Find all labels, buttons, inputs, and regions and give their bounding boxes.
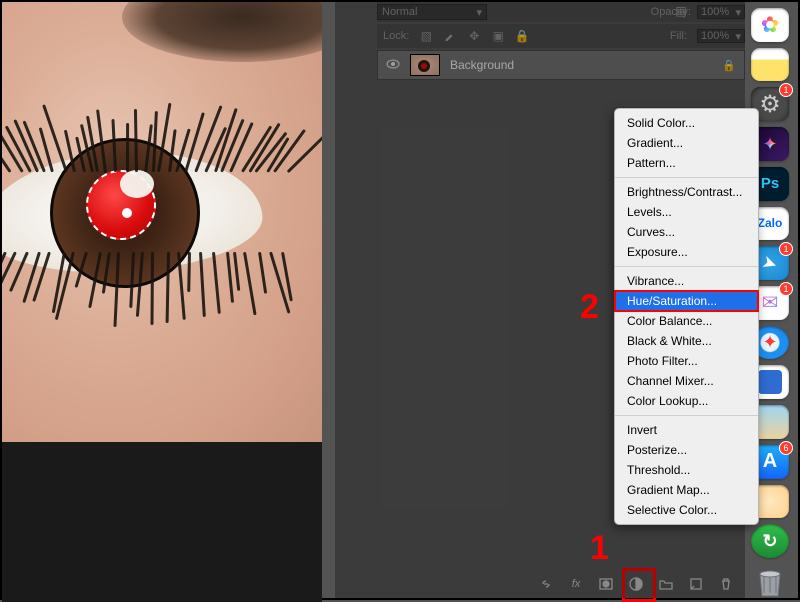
document-canvas[interactable] (2, 2, 322, 596)
menu-item-color-lookup[interactable]: Color Lookup... (615, 391, 758, 411)
trash-icon[interactable] (719, 577, 733, 591)
menu-item-threshold[interactable]: Threshold... (615, 460, 758, 480)
layer-thumbnail[interactable] (410, 54, 440, 76)
dock-app-trash[interactable] (751, 564, 789, 598)
lock-pixels-icon[interactable] (443, 29, 457, 43)
new-layer-icon[interactable] (689, 577, 703, 591)
lock-transparency-icon[interactable]: ▧ (419, 29, 433, 43)
menu-item-curves[interactable]: Curves... (615, 222, 758, 242)
link-layers-icon[interactable] (539, 577, 553, 591)
dock-badge: 6 (779, 441, 793, 455)
menu-item-posterize[interactable]: Posterize... (615, 440, 758, 460)
menu-item-invert[interactable]: Invert (615, 420, 758, 440)
menu-item-hue-saturation[interactable]: Hue/Saturation... (615, 291, 758, 311)
canvas-pasteboard (2, 442, 322, 602)
dock-badge: 1 (779, 242, 793, 256)
opacity-field[interactable]: 100%▾ (697, 5, 745, 19)
adjustment-layer-menu[interactable]: Solid Color... Gradient... Pattern... Br… (614, 108, 759, 525)
menu-item-vibrance[interactable]: Vibrance... (615, 271, 758, 291)
annotation-number-2: 2 (580, 288, 599, 327)
dock-app-photos[interactable] (751, 8, 789, 42)
visibility-eye-icon[interactable] (386, 58, 400, 72)
annotation-number-1: 1 (590, 529, 609, 568)
fx-icon[interactable]: fx (569, 577, 583, 591)
menu-item-photo-filter[interactable]: Photo Filter... (615, 351, 758, 371)
menu-item-channel-mixer[interactable]: Channel Mixer... (615, 371, 758, 391)
blend-mode-value: Normal (382, 6, 417, 18)
layer-locked-icon[interactable]: 🔒 (722, 59, 736, 72)
mask-icon[interactable] (599, 577, 613, 591)
menu-item-brightness-contrast[interactable]: Brightness/Contrast... (615, 182, 758, 202)
lock-row: Lock: ▧ ✥ ▣ 🔒 Fill: 100%▾ (377, 24, 745, 48)
group-icon[interactable] (659, 577, 673, 591)
fill-label: Fill: (670, 30, 687, 42)
menu-item-pattern[interactable]: Pattern... (615, 153, 758, 173)
lock-label: Lock: (383, 30, 409, 42)
dock-badge: 1 (779, 282, 793, 296)
menu-item-exposure[interactable]: Exposure... (615, 242, 758, 262)
chevron-down-icon: ▾ (476, 6, 482, 19)
dock-badge: 1 (779, 83, 793, 97)
menu-item-black-white[interactable]: Black & White... (615, 331, 758, 351)
lock-all-icon[interactable]: 🔒 (515, 29, 529, 43)
fill-field[interactable]: 100%▾ (697, 29, 745, 43)
layer-name: Background (450, 58, 514, 72)
opacity-value: 100% (701, 6, 729, 18)
lock-position-icon[interactable]: ✥ (467, 29, 481, 43)
blend-mode-select[interactable]: Normal ▾ (377, 4, 487, 20)
layer-row-background[interactable]: Background 🔒 (377, 50, 745, 80)
lock-artboard-icon[interactable]: ▣ (491, 29, 505, 43)
menu-item-solid-color[interactable]: Solid Color... (615, 113, 758, 133)
fill-value: 100% (701, 30, 729, 42)
image-content (2, 2, 322, 442)
menu-item-gradient-map[interactable]: Gradient Map... (615, 480, 758, 500)
menu-item-levels[interactable]: Levels... (615, 202, 758, 222)
blend-opacity-row: Normal ▾ Opacity: 100%▾ (377, 2, 745, 22)
menu-item-selective-color[interactable]: Selective Color... (615, 500, 758, 520)
opacity-label: Opacity: (651, 6, 691, 18)
menu-item-gradient[interactable]: Gradient... (615, 133, 758, 153)
adjustment-layer-icon[interactable] (629, 577, 643, 591)
dock-app-notes[interactable] (751, 48, 789, 82)
dock-app-green[interactable] (751, 524, 789, 558)
layers-panel-footer: fx (377, 572, 745, 596)
menu-item-color-balance[interactable]: Color Balance... (615, 311, 758, 331)
